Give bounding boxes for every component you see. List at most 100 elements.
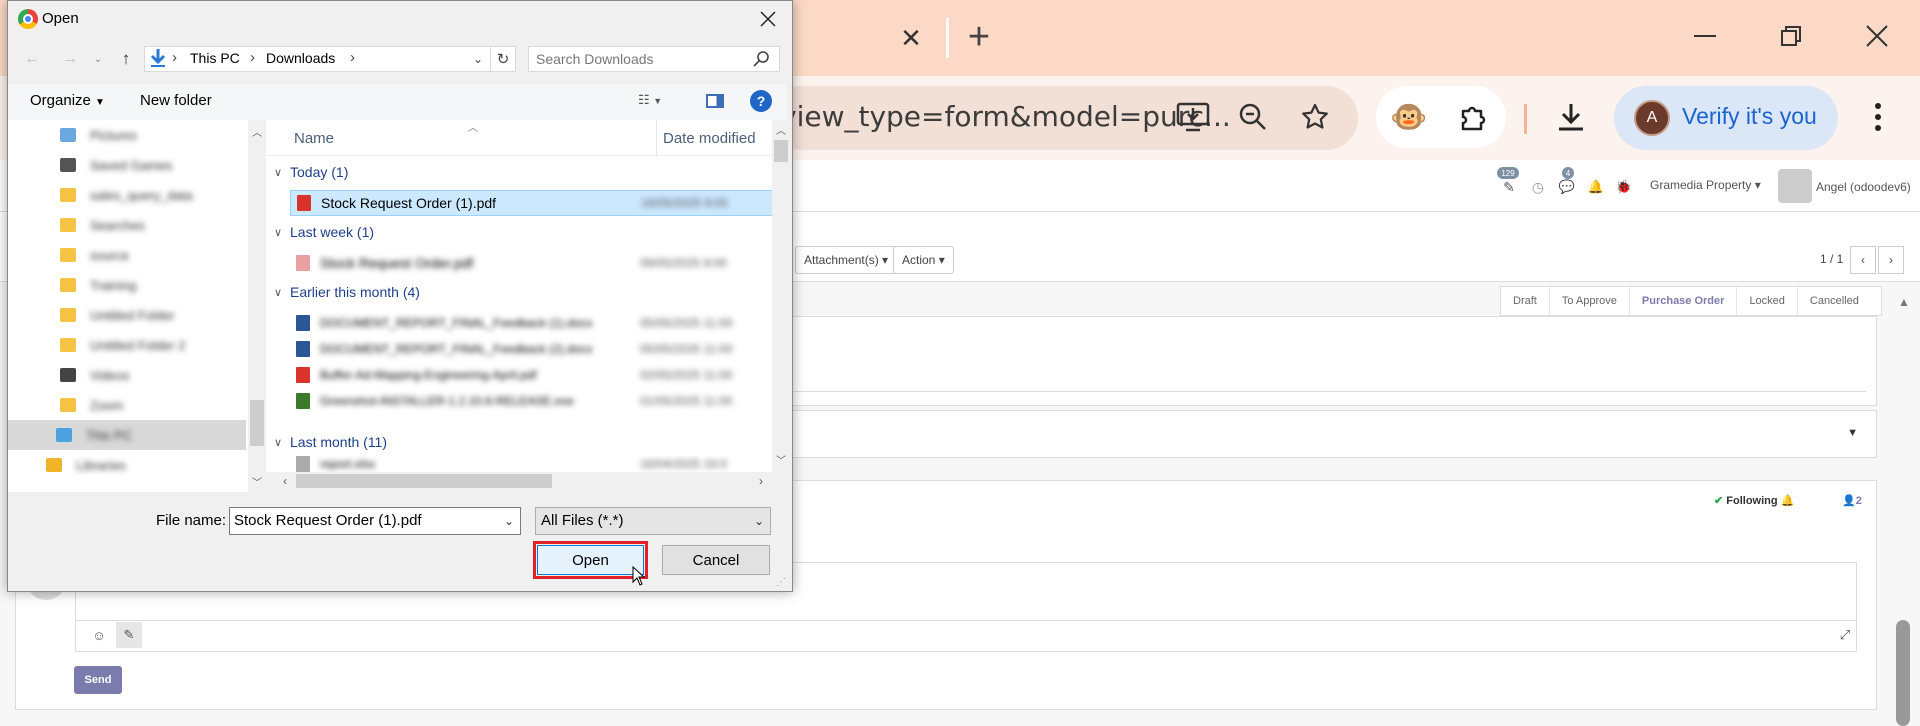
user-avatar[interactable] (1778, 169, 1812, 203)
chevron-left-icon[interactable]: ‹ (276, 472, 294, 490)
user-menu[interactable]: Angel (odoodev6) (1816, 180, 1911, 194)
minimize-button[interactable] (1680, 14, 1730, 58)
chevron-up-icon[interactable]: ︿ (772, 120, 790, 138)
help-icon[interactable]: ? (750, 90, 772, 112)
status-bar: Draft To Approve Purchase Order Locked C… (1500, 286, 1882, 316)
stage-to-approve[interactable]: To Approve (1550, 287, 1630, 315)
chevron-down-icon[interactable]: ﹀ (772, 450, 790, 468)
zoom-button[interactable] (1230, 94, 1276, 140)
chrome-logo-icon (18, 9, 38, 29)
stage-cancelled[interactable]: Cancelled (1798, 287, 1871, 315)
attach-button[interactable]: ✎ (116, 622, 142, 648)
column-date-modified[interactable]: Date modified (663, 130, 756, 147)
file-name-input[interactable]: Stock Request Order (1).pdf (234, 512, 422, 529)
chevron-down-icon[interactable]: ﹀ (248, 472, 266, 490)
view-options-button[interactable]: ☷ ▼ (638, 92, 678, 110)
back-button[interactable]: ← (20, 48, 44, 70)
paperclip-icon: ✎ (123, 627, 135, 642)
pager-next-button[interactable]: › (1878, 246, 1904, 274)
breadcrumb-this-pc[interactable]: This PC (190, 50, 240, 66)
forward-button[interactable]: → (58, 48, 82, 70)
nav-scroll-thumb[interactable] (250, 400, 264, 446)
chevron-down-icon[interactable]: ⌄ (500, 510, 518, 532)
refresh-button[interactable]: ↻ (490, 46, 516, 72)
kebab-menu-icon (1875, 103, 1881, 131)
followers-button[interactable]: 👤2 (1842, 494, 1862, 507)
debug-button[interactable]: 🐞 (1614, 177, 1634, 197)
toolbar-separator (1524, 104, 1527, 134)
file-scroll-thumb[interactable] (774, 140, 788, 162)
emoji-button[interactable]: ☺ (88, 624, 110, 646)
bookmark-button[interactable] (1292, 94, 1338, 140)
nav-item-this-pc[interactable]: This PC (8, 420, 246, 450)
column-name[interactable]: Name (294, 130, 334, 147)
page-scrollbar[interactable] (1896, 620, 1910, 726)
chrome-menu-button[interactable] (1860, 94, 1896, 140)
preview-pane-icon[interactable] (706, 94, 724, 108)
file-date: 09/05/2025 9:00 (640, 256, 727, 270)
search-icon (752, 50, 770, 68)
folder-icon (60, 338, 76, 352)
chevron-right-icon[interactable]: › (752, 472, 770, 490)
new-folder-button[interactable]: New folder (140, 92, 212, 109)
follow-button[interactable]: ✔ Following 🔔 (1714, 494, 1794, 507)
address-history-button[interactable]: ⌄ (468, 48, 488, 70)
clock-icon[interactable]: ◷ (1528, 177, 1548, 197)
tab-close-button[interactable]: ✕ (886, 16, 936, 60)
file-row-selected[interactable]: Stock Request Order (1).pdf 16/05/2025 9… (290, 190, 776, 216)
stage-locked[interactable]: Locked (1737, 287, 1798, 315)
pager-value[interactable]: 1 / 1 (1820, 252, 1843, 266)
stage-purchase-order[interactable]: Purchase Order (1630, 287, 1738, 315)
action-dropdown[interactable]: Action ▾ (893, 246, 954, 274)
restore-button[interactable] (1766, 14, 1816, 58)
stage-draft[interactable]: Draft (1501, 287, 1550, 315)
messages-badge: 4 (1562, 167, 1574, 179)
star-icon (1302, 103, 1328, 129)
breadcrumb-downloads[interactable]: Downloads (266, 50, 335, 66)
group-header[interactable]: ∨ Last month (11) (266, 434, 387, 450)
notification-button[interactable]: 🔔 (1586, 177, 1606, 197)
file-hscroll-thumb[interactable] (296, 474, 552, 488)
attachments-dropdown[interactable]: Attachment(s) ▾ (795, 246, 898, 274)
up-button[interactable]: ↑ (114, 48, 138, 70)
file-row[interactable]: Greenshot-INSTALLER-1.2.10.6-RELEASE.exe… (290, 388, 776, 414)
messages-button[interactable]: 💬 (1556, 177, 1578, 197)
recent-locations-button[interactable]: ⌄ (88, 48, 108, 70)
install-app-button[interactable] (1170, 94, 1216, 140)
new-tab-button[interactable]: + (954, 12, 1004, 62)
search-input[interactable]: Search Downloads (536, 51, 654, 67)
url-text[interactable]: view_type=form&model=purc... (780, 100, 1231, 133)
open-button[interactable]: Open (537, 545, 644, 575)
file-list: Name ︿ Date modified ∨ Today (1) Stock Re… (266, 120, 776, 472)
company-switcher[interactable]: Gramedia Property ▾ (1650, 178, 1761, 192)
profile-avatar[interactable]: A (1634, 100, 1670, 136)
scroll-up-icon[interactable]: ▲ (1894, 292, 1914, 312)
nav-item[interactable]: Libraries (46, 450, 276, 480)
send-button[interactable]: Send (74, 666, 122, 694)
file-row[interactable]: DOCUMENT_REPORT_FINAL_Feedback (1).docx … (290, 310, 776, 336)
file-row[interactable]: DOCUMENT_REPORT_FINAL_Feedback (2).docx … (290, 336, 776, 362)
downloads-button[interactable] (1548, 94, 1594, 140)
file-name: Stock Request Order (1).pdf (321, 195, 497, 211)
pager-previous-button[interactable]: ‹ (1850, 246, 1876, 274)
file-row[interactable]: Stock Request Order.pdf 09/05/2025 9:00 (290, 250, 776, 276)
group-header[interactable]: ∨ Earlier this month (4) (266, 284, 420, 300)
monkey-extension-button[interactable]: 🐵 (1386, 94, 1432, 140)
file-row[interactable]: report.xlsx 16/04/2025 16:0 (290, 456, 776, 472)
minimize-icon (1694, 35, 1716, 37)
company-name: Gramedia Property (1650, 178, 1752, 192)
organize-menu[interactable]: Organize ▼ (30, 92, 105, 109)
dialog-close-button[interactable] (750, 4, 786, 34)
cancel-button[interactable]: Cancel (662, 545, 770, 575)
group-header[interactable]: ∨ Today (1) (266, 164, 348, 180)
resize-grip-icon[interactable]: ⋰ (776, 578, 788, 590)
file-vertical-scrollbar[interactable] (772, 120, 790, 472)
activity-button[interactable]: ✎ (1498, 176, 1520, 198)
chevron-up-icon[interactable]: ︿ (248, 122, 266, 140)
close-window-button[interactable] (1852, 14, 1902, 58)
expand-composer-button[interactable]: ⤢ (1834, 624, 1856, 646)
folder-icon (60, 248, 76, 262)
file-row[interactable]: Buffer-Ad-Mapping-Engineering-April.pdf … (290, 362, 776, 388)
group-header[interactable]: ∨ Last week (1) (266, 224, 374, 240)
extensions-button[interactable] (1450, 94, 1496, 140)
